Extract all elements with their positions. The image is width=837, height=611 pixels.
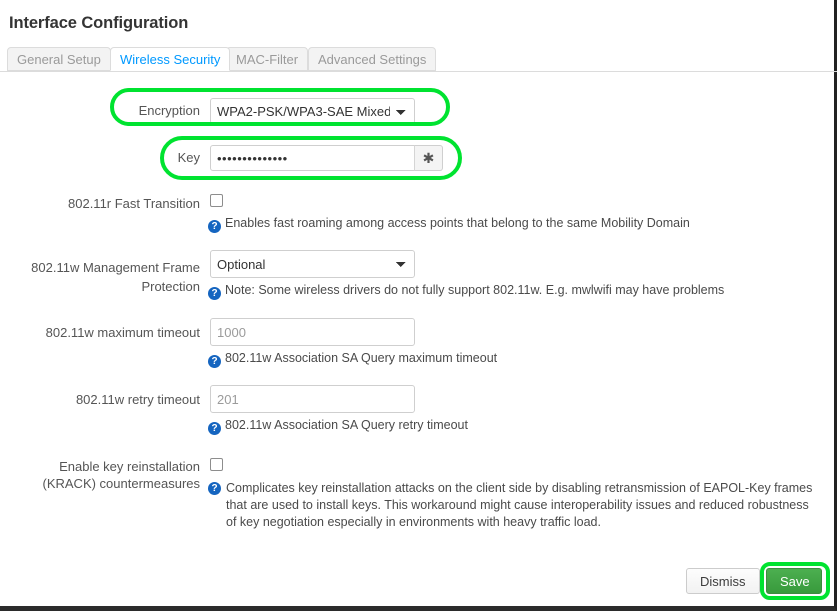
tab-wireless-security[interactable]: Wireless Security <box>110 47 231 71</box>
mfp-select[interactable]: Optional <box>210 250 415 278</box>
mfp-control: Optional <box>210 250 415 278</box>
retry-timeout-help: ? 802.11w Association SA Query retry time… <box>208 417 808 435</box>
mfp-label: 802.11w Management Frame Protection <box>31 260 200 294</box>
encryption-control: WPA2-PSK/WPA3-SAE Mixed M <box>210 98 415 124</box>
help-icon: ? <box>208 287 221 300</box>
krack-help-text: Complicates key reinstallation attacks o… <box>226 481 813 529</box>
max-timeout-input[interactable] <box>210 318 415 346</box>
interface-configuration-dialog: Interface Configuration General Setup Wi… <box>0 0 837 611</box>
tab-divider <box>0 71 837 72</box>
mfp-help-text: Note: Some wireless drivers do not fully… <box>225 283 725 297</box>
krack-control <box>210 458 223 474</box>
fast-transition-help-text: Enables fast roaming among access points… <box>225 216 690 230</box>
max-timeout-control <box>210 318 415 346</box>
fast-transition-label: 802.11r Fast Transition <box>68 196 200 211</box>
krack-label-line2: (KRACK) countermeasures <box>42 476 201 491</box>
tab-mac-filter[interactable]: MAC-Filter <box>226 47 309 71</box>
retry-timeout-input[interactable] <box>210 385 415 413</box>
key-input[interactable] <box>210 145 415 171</box>
krack-label-line1: Enable key reinstallation <box>59 459 200 474</box>
key-control: ✱ <box>210 145 443 171</box>
mfp-help: ? Note: Some wireless drivers do not full… <box>208 282 808 300</box>
save-button[interactable]: Save <box>766 568 822 594</box>
encryption-select[interactable]: WPA2-PSK/WPA3-SAE Mixed M <box>210 98 415 124</box>
fast-transition-help: ? Enables fast roaming among access point… <box>208 215 808 233</box>
tab-advanced-settings[interactable]: Advanced Settings <box>308 47 437 71</box>
dismiss-button[interactable]: Dismiss <box>686 568 760 594</box>
retry-timeout-help-text: 802.11w Association SA Query retry timeo… <box>225 418 468 432</box>
max-timeout-help-text: 802.11w Association SA Query maximum tim… <box>225 351 498 365</box>
help-icon: ? <box>208 355 221 368</box>
max-timeout-help: ? 802.11w Association SA Query maximum ti… <box>208 350 808 368</box>
help-icon: ? <box>208 482 221 495</box>
encryption-label: Encryption <box>138 103 200 118</box>
krack-help: ? Complicates key reinstallation attacks … <box>208 480 816 531</box>
fast-transition-control <box>210 194 223 210</box>
help-icon: ? <box>208 220 221 233</box>
help-icon: ? <box>208 422 221 435</box>
key-reveal-button[interactable]: ✱ <box>414 145 443 171</box>
retry-timeout-label: 802.11w retry timeout <box>75 392 200 407</box>
tab-bar: General Setup Wireless Security MAC-Filt… <box>0 47 837 72</box>
tab-general-setup[interactable]: General Setup <box>7 47 111 71</box>
retry-timeout-control <box>210 385 415 413</box>
page-title: Interface Configuration <box>9 14 189 32</box>
fast-transition-checkbox[interactable] <box>210 194 223 207</box>
max-timeout-label: 802.11w maximum timeout <box>45 325 200 340</box>
key-label: Key <box>177 150 200 165</box>
krack-checkbox[interactable] <box>210 458 223 471</box>
